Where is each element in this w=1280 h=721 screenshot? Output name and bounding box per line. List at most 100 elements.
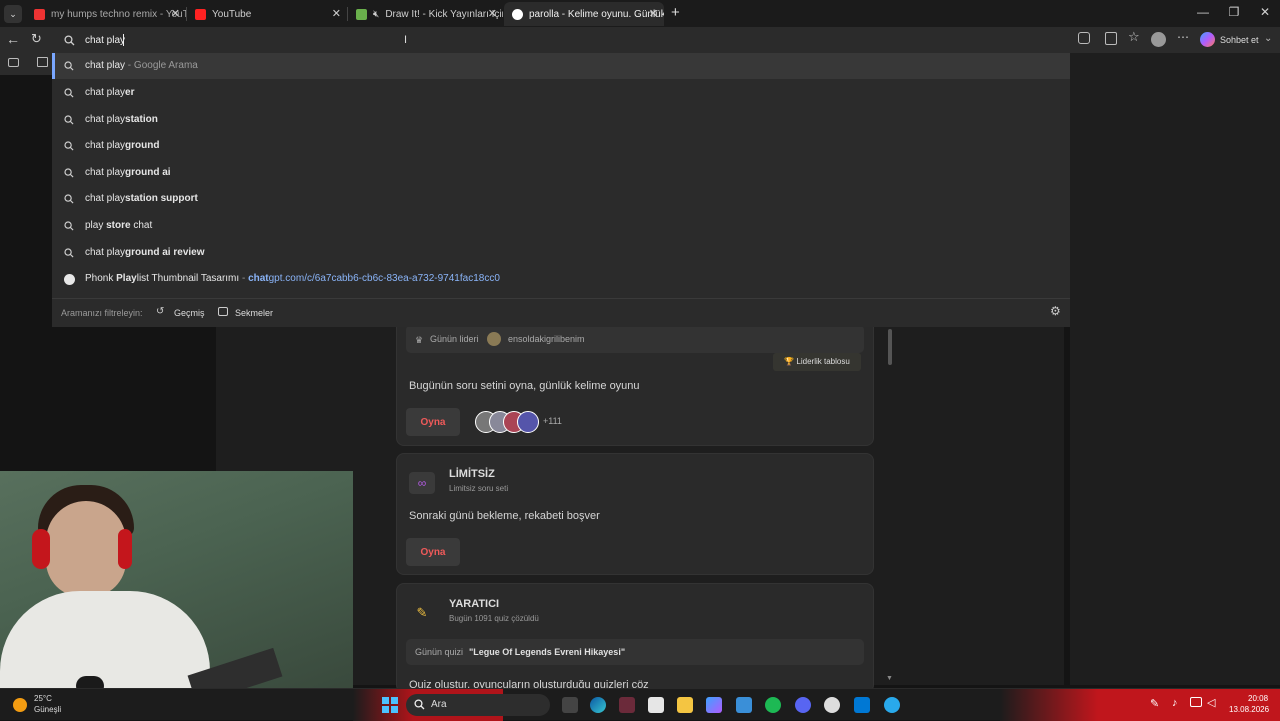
filter-tabs-button[interactable]: Sekmeler (235, 308, 273, 318)
folder-icon[interactable] (37, 57, 48, 67)
copilot-icon[interactable] (706, 697, 722, 713)
scroll-down-arrow[interactable]: ▼ (886, 675, 893, 682)
clock-time[interactable]: 20:08 (1248, 694, 1268, 703)
trophy-icon: ♛ (415, 335, 424, 345)
daily-description: Bugünün soru setini oyna, günlük kelime … (409, 380, 640, 392)
daily-play-button[interactable]: Oyna (406, 408, 460, 436)
extensions-icon[interactable] (1078, 32, 1090, 44)
close-window-button[interactable]: ✕ (1250, 5, 1280, 19)
tab-youtube[interactable]: YouTube ✕ (187, 2, 347, 26)
scrollbar[interactable]: ▼ (886, 327, 894, 685)
search-icon (64, 168, 74, 178)
favorites-icon[interactable]: ☆ (1128, 29, 1140, 45)
new-tab-button[interactable]: + (671, 4, 680, 21)
suggestion-prefix: chat play (85, 114, 126, 125)
suggestion-item[interactable]: chat play - Google Arama (52, 53, 1070, 79)
app-icon[interactable] (619, 697, 635, 713)
taskbar-search[interactable]: Ara (406, 694, 550, 716)
minimize-button[interactable]: — (1188, 5, 1218, 19)
suggestion-item[interactable]: chat player (52, 80, 1070, 106)
file-explorer-icon[interactable] (677, 697, 693, 713)
more-menu-icon[interactable]: ⋯ (1177, 30, 1189, 44)
leaderboard-button[interactable]: 🏆 Liderlik tablosu (773, 353, 861, 371)
tab-parolla[interactable]: parolla - Kelime oyunu. Günlük ke ✕ (504, 2, 664, 26)
mic-icon[interactable]: ♪ (1172, 697, 1178, 709)
address-input[interactable]: chat play (85, 35, 125, 46)
restore-button[interactable]: ❐ (1219, 5, 1249, 19)
close-icon[interactable]: ✕ (488, 7, 497, 20)
suggestion-completion: ground ai review (125, 247, 205, 258)
task-view-icon[interactable] (562, 697, 578, 713)
app-icon[interactable] (736, 697, 752, 713)
suggestion-item[interactable]: chat playground ai review (52, 240, 1070, 266)
spotify-icon[interactable] (765, 697, 781, 713)
vscode-icon[interactable] (854, 697, 870, 713)
unlimited-play-button[interactable]: Oyna (406, 538, 460, 566)
tab-label: parolla - Kelime oyunu. Günlük ke (529, 8, 664, 20)
obs-icon[interactable] (824, 697, 840, 713)
parolla-icon (512, 8, 523, 20)
chat-button[interactable]: Sohbet et (1220, 35, 1259, 45)
copilot-icon[interactable] (1200, 32, 1215, 47)
split-screen-icon[interactable] (1105, 32, 1117, 45)
close-icon[interactable]: ✕ (332, 7, 341, 20)
streamer-face (46, 501, 126, 597)
suggestion-text: play store chat (85, 220, 152, 231)
tab-humps[interactable]: my humps techno remix - YouTub ✕ (26, 2, 186, 26)
windows-start-icon[interactable] (382, 697, 398, 713)
suggestion-text: chat play - Google Arama (85, 60, 198, 71)
avatar (517, 411, 539, 433)
clock-date[interactable]: 13.08.2026 (1229, 705, 1269, 714)
history-separator: - (239, 273, 249, 284)
side-panel (1070, 53, 1280, 685)
player-avatars (475, 411, 539, 433)
bookmark-icon[interactable] (8, 58, 19, 67)
tab-actions-icon[interactable]: ⌄ (4, 5, 22, 23)
suggestion-item[interactable]: chat playground ai (52, 160, 1070, 186)
suggestion-item[interactable]: chat playstation (52, 107, 1070, 133)
suggestion-suffix: - Google Arama (125, 60, 198, 71)
search-icon (64, 61, 74, 71)
network-icon[interactable] (1190, 697, 1202, 707)
chatgpt-icon (64, 274, 75, 285)
filter-history-button[interactable]: Geçmiş (174, 308, 205, 318)
discord-icon[interactable] (795, 697, 811, 713)
refresh-icon[interactable]: ↻ (31, 31, 42, 47)
profile-avatar[interactable] (1151, 32, 1166, 47)
address-bar[interactable]: chat play I (52, 27, 1070, 53)
history-suggestion[interactable]: Phonk Playlist Thumbnail Tasarımı - chat… (52, 266, 1070, 292)
gear-icon[interactable]: ⚙ (1050, 304, 1061, 318)
scrollbar-thumb[interactable] (888, 329, 892, 365)
tabs-icon (218, 307, 228, 316)
suggestion-text: chat player (85, 87, 134, 98)
edge-icon[interactable] (590, 697, 606, 713)
mute-icon[interactable]: 🔇︎ (373, 9, 379, 20)
search-icon (64, 141, 74, 151)
tab-draw-it[interactable]: 🔇︎ Draw It! - Kick Yayınları İçin Ç ✕ (348, 2, 503, 26)
leader-name[interactable]: ensoldakigrilibenim (508, 334, 585, 344)
suggestion-completion: ground (125, 140, 160, 151)
back-icon[interactable]: ← (6, 31, 20, 47)
suggestion-item[interactable]: chat playground (52, 133, 1070, 159)
suggestion-completion: station (125, 114, 158, 125)
quiz-of-day-label: Günün quizi (415, 647, 464, 657)
chevron-down-icon[interactable]: ⌄ (1264, 33, 1272, 44)
leader-label: Günün lideri (430, 334, 479, 344)
suggestion-item[interactable]: chat playstation support (52, 186, 1070, 212)
search-icon (64, 221, 74, 231)
player-count: +111 (543, 416, 562, 426)
telegram-icon[interactable] (884, 697, 900, 713)
close-icon[interactable]: ✕ (171, 7, 180, 20)
pen-icon[interactable]: ✎ (1150, 697, 1159, 710)
infinity-icon: ∞ (409, 472, 435, 494)
creator-subtitle: Bugün 1091 quiz çözüldü (449, 614, 539, 623)
close-icon[interactable]: ✕ (649, 7, 658, 20)
volume-icon[interactable]: ◁ (1207, 696, 1215, 709)
quiz-of-day-name[interactable]: "Legue Of Legends Evreni Hikayesi" (469, 647, 625, 657)
suggestion-prefix: chat play (85, 247, 126, 258)
suggestion-item[interactable]: play store chat (52, 213, 1070, 239)
headphones (32, 529, 50, 569)
unlimited-description: Sonraki günü bekleme, rekabeti boşver (409, 510, 600, 522)
store-icon[interactable] (648, 697, 664, 713)
suggestion-prefix: chat play (85, 60, 126, 71)
